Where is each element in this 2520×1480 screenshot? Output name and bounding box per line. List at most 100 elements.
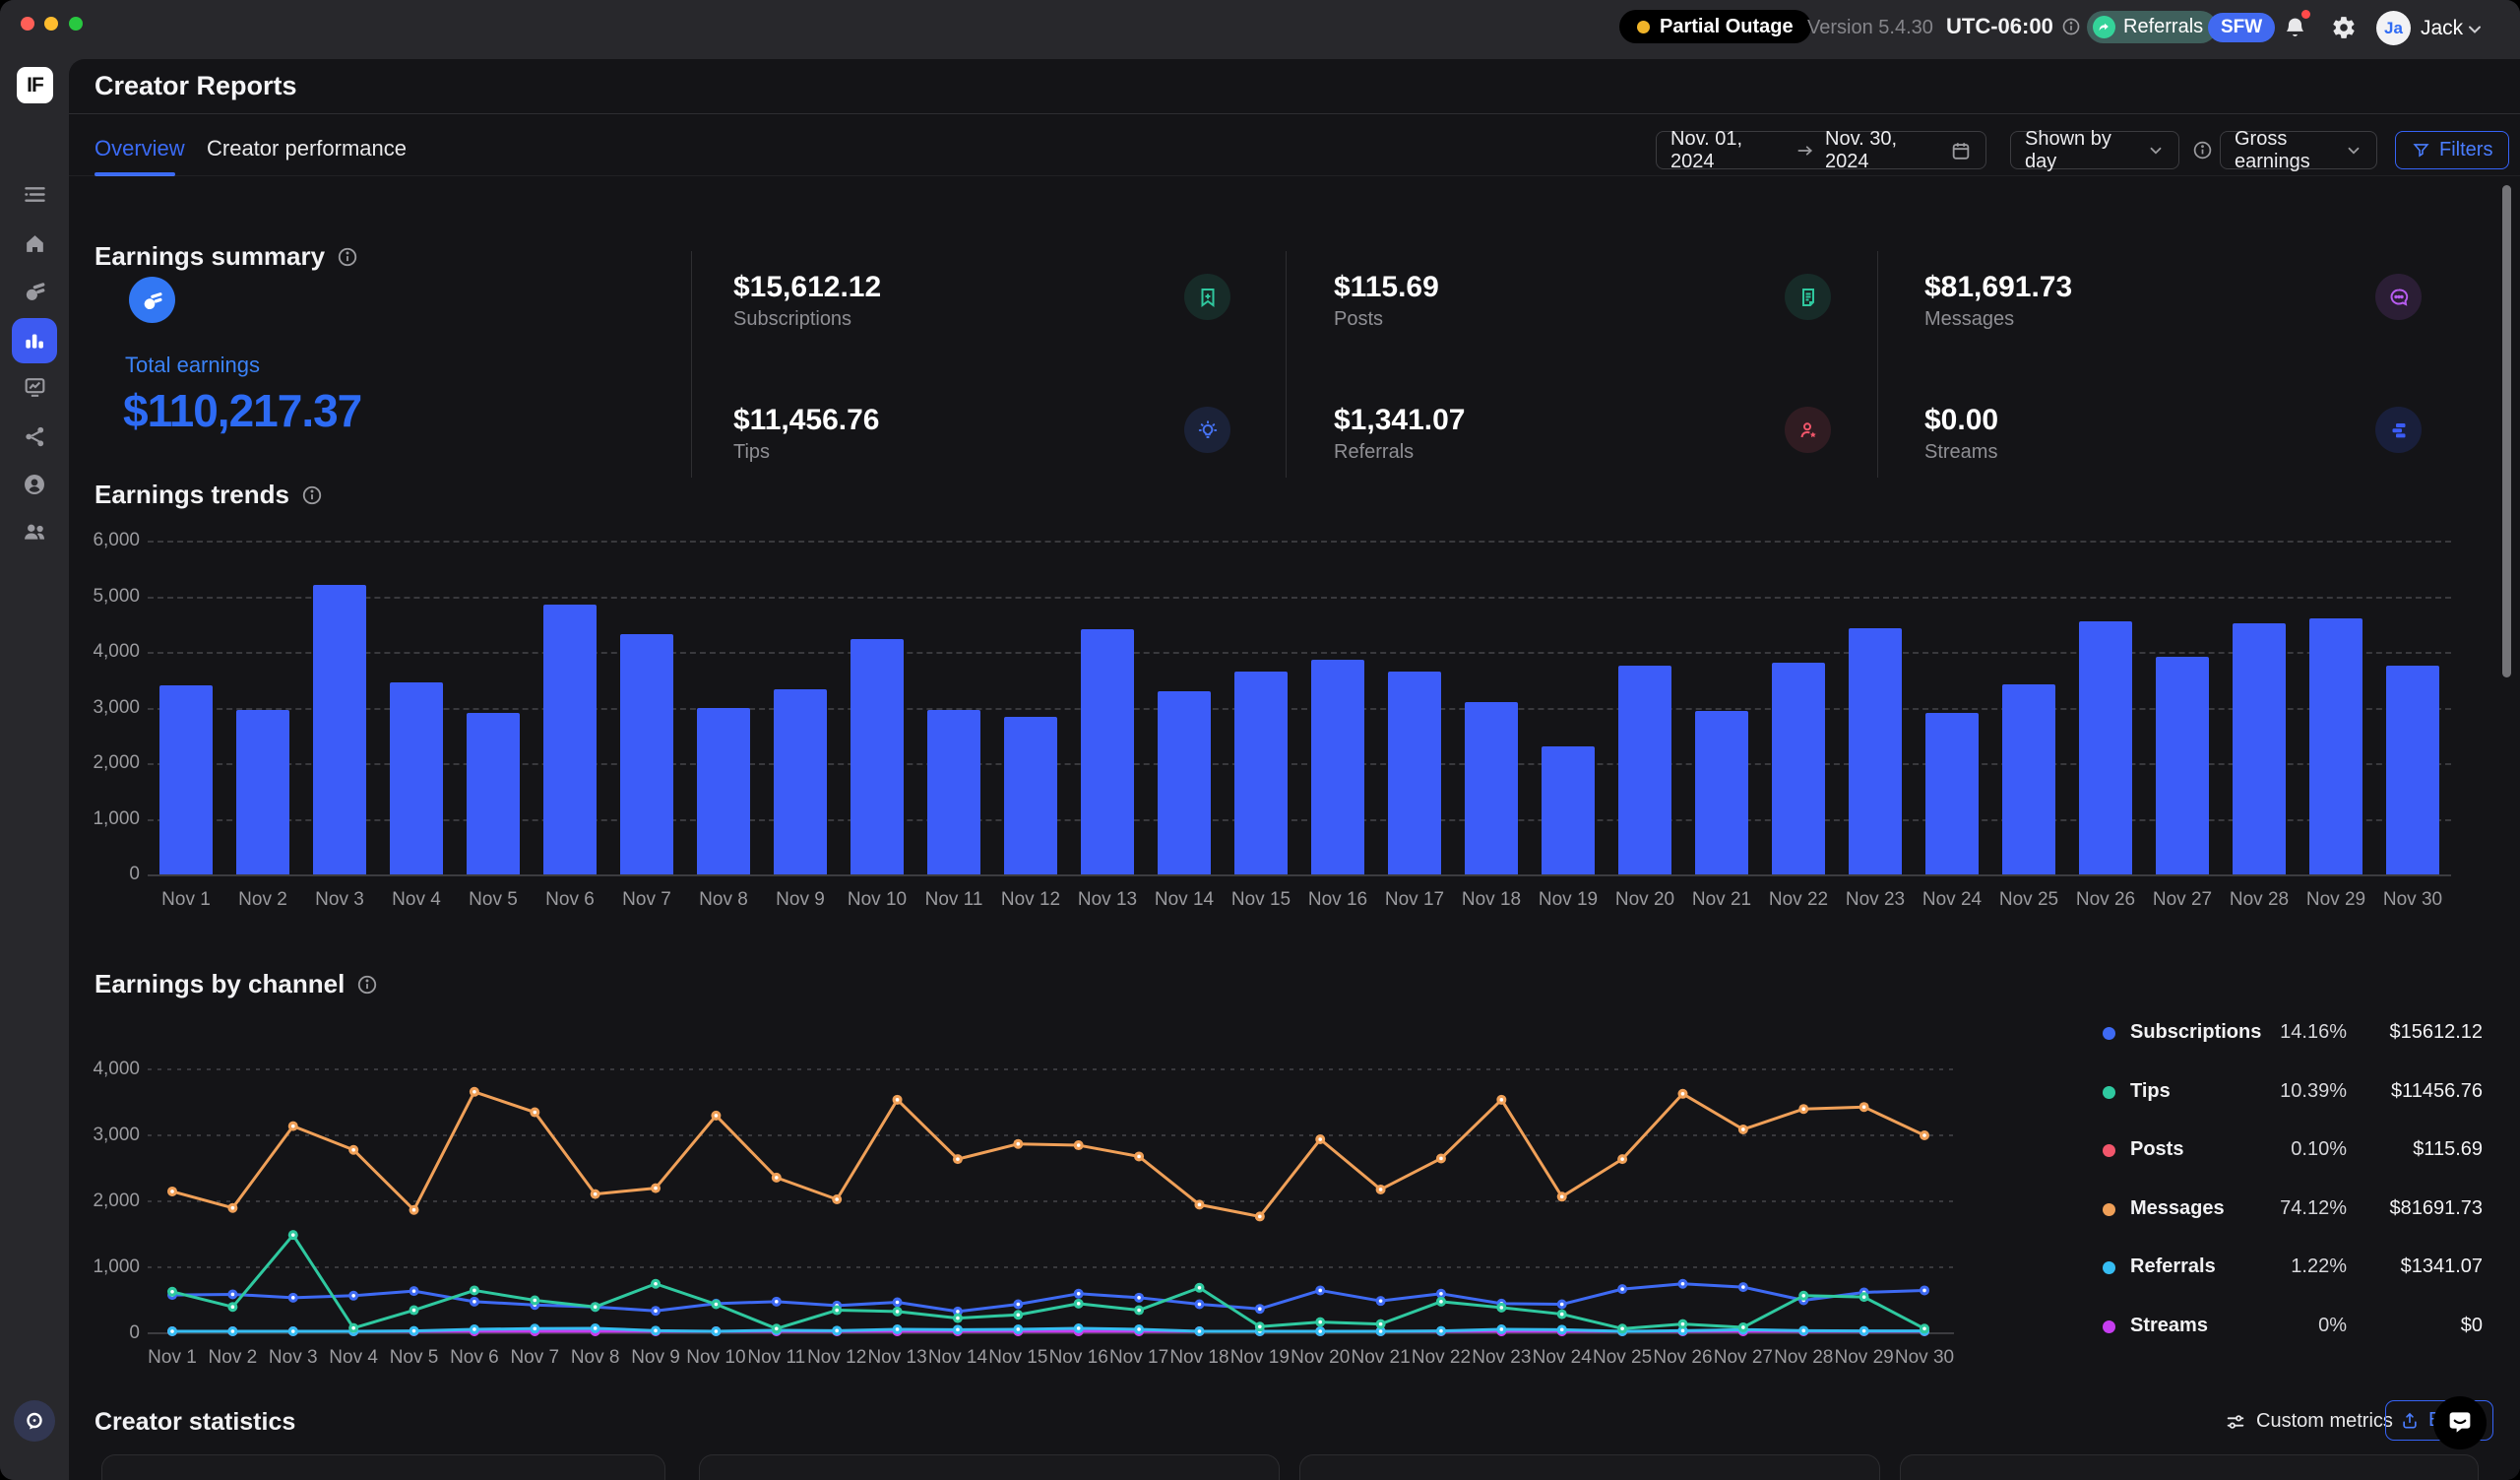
earnings-summary-title: Earnings summary — [94, 241, 325, 272]
page-title: Creator Reports — [94, 71, 297, 101]
metric-select[interactable]: Gross earnings — [2220, 131, 2377, 169]
bar-Nov 1[interactable] — [159, 685, 213, 874]
legend-dot-icon — [2103, 1320, 2115, 1333]
status-badge[interactable]: Partial Outage — [1619, 10, 1811, 43]
user-avatar[interactable]: Ja — [2376, 11, 2411, 45]
bar-Nov 3[interactable] — [313, 585, 366, 874]
info-icon[interactable] — [301, 484, 323, 506]
notifications-bell-icon[interactable] — [2282, 15, 2308, 41]
y-tick-label: 2,000 — [81, 752, 140, 774]
bar-Nov 5[interactable] — [467, 713, 520, 874]
x-tick-label: Nov 9 — [631, 1347, 680, 1369]
legend-row-posts[interactable]: Posts0.10%$115.69 — [2097, 1136, 2483, 1164]
bar-Nov 22[interactable] — [1772, 663, 1825, 874]
x-tick-label: Nov 25 — [1593, 1347, 1652, 1369]
card-label: Messages — [1924, 308, 2014, 331]
sidebar-item-reports-active[interactable] — [12, 318, 57, 363]
x-tick-label: Nov 1 — [148, 889, 224, 911]
bar-Nov 25[interactable] — [2002, 684, 2055, 874]
chat-widget-button[interactable] — [2433, 1396, 2487, 1449]
date-range-picker[interactable]: Nov. 01, 2024 Nov. 30, 2024 — [1656, 131, 1986, 169]
sidebar-item-account[interactable] — [0, 465, 69, 504]
window-close-button[interactable] — [21, 17, 34, 31]
bar-Nov 9[interactable] — [774, 689, 827, 874]
bar-Nov 2[interactable] — [236, 710, 289, 874]
bar-Nov 29[interactable] — [2309, 618, 2362, 874]
group-by-select[interactable]: Shown by day — [2010, 131, 2179, 169]
y-tick-label: 0 — [81, 864, 140, 885]
bar-Nov 12[interactable] — [1004, 717, 1057, 874]
bar-Nov 11[interactable] — [927, 710, 980, 874]
bar-Nov 24[interactable] — [1925, 713, 1979, 874]
x-tick-label: Nov 14 — [1146, 889, 1223, 911]
sidebar-item-menu[interactable] — [0, 174, 69, 214]
info-icon[interactable] — [337, 246, 358, 268]
app-logo[interactable]: IF — [17, 67, 53, 103]
sfw-toggle[interactable]: SFW — [2208, 13, 2275, 42]
sidebar-item-share[interactable] — [0, 417, 69, 456]
y-tick-label: 1,000 — [81, 808, 140, 830]
x-tick-label: Nov 12 — [992, 889, 1069, 911]
filters-label: Filters — [2439, 139, 2492, 161]
bar-Nov 28[interactable] — [2233, 623, 2286, 874]
vertical-scrollbar[interactable] — [2502, 185, 2511, 677]
user-menu-chevron-icon[interactable] — [2465, 20, 2485, 39]
bar-Nov 21[interactable] — [1695, 711, 1748, 874]
bar-Nov 15[interactable] — [1234, 672, 1288, 874]
legend-row-subscriptions[interactable]: Subscriptions14.16%$15612.12 — [2097, 1019, 2483, 1047]
info-icon[interactable] — [356, 974, 378, 996]
legend-row-tips[interactable]: Tips10.39%$11456.76 — [2097, 1078, 2483, 1106]
sidebar-item-home[interactable] — [0, 224, 69, 263]
main-panel: Creator Reports Overview Creator perform… — [69, 59, 2520, 1480]
legend-row-messages[interactable]: Messages74.12%$81691.73 — [2097, 1195, 2483, 1223]
bar-Nov 26[interactable] — [2079, 621, 2132, 874]
bar-Nov 18[interactable] — [1465, 702, 1518, 874]
bar-Nov 6[interactable] — [543, 605, 597, 874]
window-zoom-button[interactable] — [69, 17, 83, 31]
export-share-icon — [2400, 1411, 2420, 1431]
bar-Nov 27[interactable] — [2156, 657, 2209, 874]
bar-Nov 13[interactable] — [1081, 629, 1134, 874]
x-tick-label: Nov 23 — [1472, 1347, 1531, 1369]
tab-creator-performance[interactable]: Creator performance — [207, 136, 407, 161]
status-dot-icon — [1637, 21, 1650, 33]
sidebar-item-fans[interactable] — [0, 512, 69, 551]
timezone-display[interactable]: UTC-06:00 — [1946, 14, 2081, 39]
info-icon[interactable] — [2192, 140, 2213, 161]
bar-Nov 14[interactable] — [1158, 691, 1211, 874]
bar-Nov 10[interactable] — [850, 639, 904, 874]
bar-Nov 16[interactable] — [1311, 660, 1364, 874]
chevron-down-icon — [2345, 142, 2362, 160]
filter-funnel-icon — [2412, 141, 2430, 160]
filters-button[interactable]: Filters — [2395, 131, 2509, 169]
bar-Nov 7[interactable] — [620, 634, 673, 874]
bar-Nov 23[interactable] — [1849, 628, 1902, 874]
menu-list-icon — [22, 181, 48, 208]
bar-Nov 4[interactable] — [390, 682, 443, 874]
bar-Nov 8[interactable] — [697, 708, 750, 875]
x-tick-label: Nov 30 — [2374, 889, 2451, 911]
window-minimize-button[interactable] — [44, 17, 58, 31]
card-value: $115.69 — [1334, 271, 1439, 304]
legend-row-streams[interactable]: Streams0%$0 — [2097, 1313, 2483, 1340]
settings-gear-icon[interactable] — [2331, 15, 2357, 40]
legend-name: Tips — [2130, 1080, 2171, 1103]
legend-row-referrals[interactable]: Referrals1.22%$1341.07 — [2097, 1254, 2483, 1281]
custom-metrics-button[interactable]: Custom metrics — [2225, 1410, 2393, 1433]
bar-Nov 30[interactable] — [2386, 666, 2439, 874]
legend-dot-icon — [2103, 1261, 2115, 1274]
support-chat-icon[interactable] — [14, 1400, 55, 1442]
timezone-label: UTC-06:00 — [1946, 14, 2053, 39]
bar-Nov 17[interactable] — [1388, 672, 1441, 874]
referrals-button[interactable]: Referrals — [2087, 11, 2217, 43]
legend-value: $0 — [2347, 1315, 2483, 1337]
tab-overview[interactable]: Overview — [94, 136, 185, 161]
line-subscriptions — [172, 1284, 1924, 1312]
x-tick-label: Nov 24 — [1914, 889, 1990, 911]
sidebar-item-comet[interactable] — [0, 271, 69, 310]
custom-metrics-label: Custom metrics — [2256, 1410, 2393, 1433]
summary-card-streams: $0.00 Streams — [1924, 404, 2476, 522]
sidebar-item-insights[interactable] — [0, 367, 69, 407]
bar-Nov 20[interactable] — [1618, 666, 1671, 874]
bar-Nov 19[interactable] — [1542, 746, 1595, 874]
